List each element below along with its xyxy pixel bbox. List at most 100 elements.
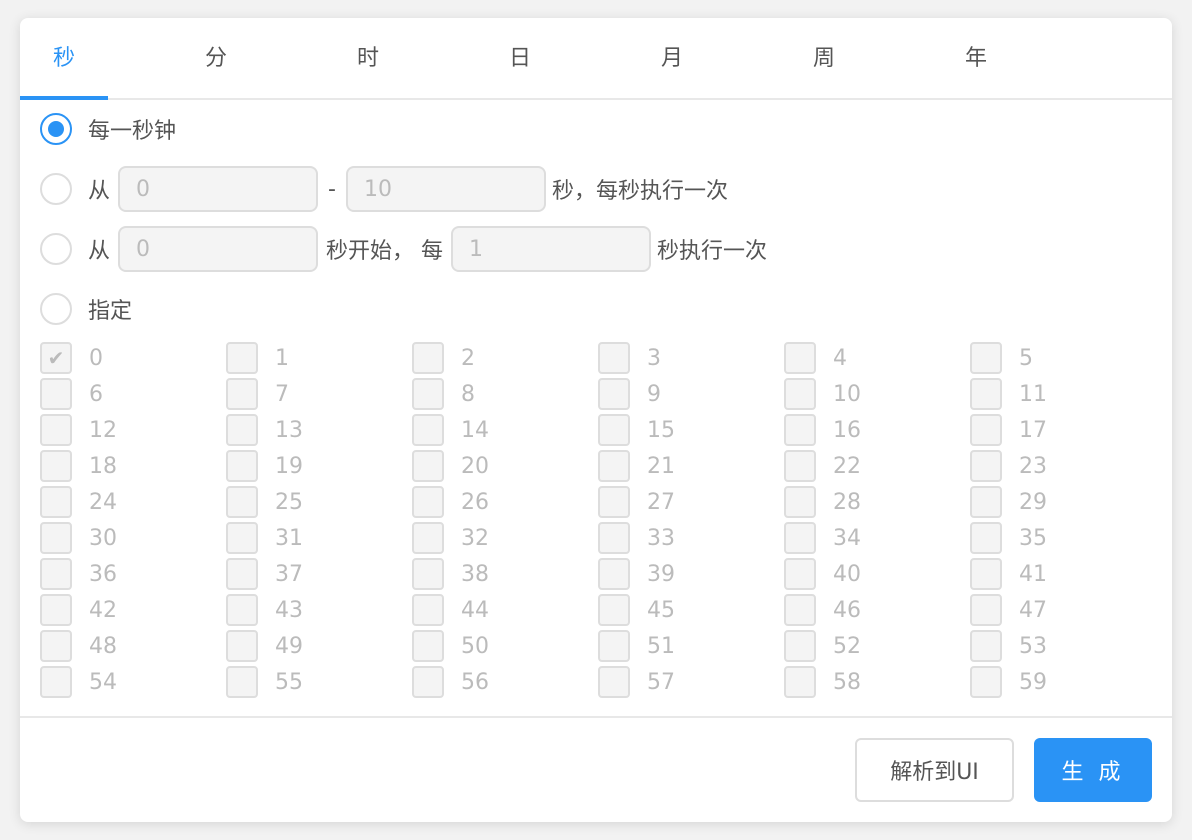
checkbox-box[interactable]: [598, 342, 630, 374]
checkbox-box[interactable]: [412, 378, 444, 410]
second-checkbox-15[interactable]: 15: [598, 414, 675, 446]
second-checkbox-48[interactable]: 48: [40, 630, 117, 662]
checkbox-box[interactable]: ✔: [40, 342, 72, 374]
second-checkbox-19[interactable]: 19: [226, 450, 303, 482]
second-checkbox-9[interactable]: 9: [598, 378, 661, 410]
second-checkbox-18[interactable]: 18: [40, 450, 117, 482]
checkbox-box[interactable]: [40, 630, 72, 662]
checkbox-box[interactable]: [784, 486, 816, 518]
second-checkbox-17[interactable]: 17: [970, 414, 1047, 446]
checkbox-box[interactable]: [40, 522, 72, 554]
checkbox-box[interactable]: [598, 378, 630, 410]
checkbox-box[interactable]: [598, 450, 630, 482]
second-checkbox-8[interactable]: 8: [412, 378, 475, 410]
checkbox-box[interactable]: [970, 522, 1002, 554]
second-checkbox-13[interactable]: 13: [226, 414, 303, 446]
tab-3[interactable]: 日: [460, 18, 580, 98]
checkbox-box[interactable]: [226, 342, 258, 374]
tab-6[interactable]: 年: [916, 18, 1036, 98]
second-checkbox-33[interactable]: 33: [598, 522, 675, 554]
checkbox-box[interactable]: [40, 558, 72, 590]
second-checkbox-30[interactable]: 30: [40, 522, 117, 554]
checkbox-box[interactable]: [598, 630, 630, 662]
second-checkbox-51[interactable]: 51: [598, 630, 675, 662]
step-value-input[interactable]: [451, 226, 652, 272]
option-every[interactable]: 每一秒钟: [40, 106, 176, 152]
tab-5[interactable]: 周: [764, 18, 884, 98]
second-checkbox-14[interactable]: 14: [412, 414, 489, 446]
step-start-input[interactable]: [118, 226, 319, 272]
checkbox-box[interactable]: [598, 594, 630, 626]
radio-step[interactable]: [40, 233, 72, 265]
option-range[interactable]: 从 - 秒，每秒执行一次: [40, 166, 728, 212]
tab-4[interactable]: 月: [612, 18, 732, 98]
second-checkbox-40[interactable]: 40: [784, 558, 861, 590]
checkbox-box[interactable]: [226, 486, 258, 518]
second-checkbox-25[interactable]: 25: [226, 486, 303, 518]
checkbox-box[interactable]: [40, 450, 72, 482]
second-checkbox-7[interactable]: 7: [226, 378, 289, 410]
second-checkbox-20[interactable]: 20: [412, 450, 489, 482]
second-checkbox-36[interactable]: 36: [40, 558, 117, 590]
second-checkbox-32[interactable]: 32: [412, 522, 489, 554]
second-checkbox-43[interactable]: 43: [226, 594, 303, 626]
checkbox-box[interactable]: [784, 558, 816, 590]
tab-0[interactable]: 秒: [4, 18, 124, 98]
second-checkbox-47[interactable]: 47: [970, 594, 1047, 626]
checkbox-box[interactable]: [784, 342, 816, 374]
checkbox-box[interactable]: [784, 594, 816, 626]
second-checkbox-22[interactable]: 22: [784, 450, 861, 482]
checkbox-box[interactable]: [412, 486, 444, 518]
checkbox-box[interactable]: [226, 378, 258, 410]
checkbox-box[interactable]: [412, 558, 444, 590]
second-checkbox-28[interactable]: 28: [784, 486, 861, 518]
tab-1[interactable]: 分: [156, 18, 276, 98]
second-checkbox-46[interactable]: 46: [784, 594, 861, 626]
checkbox-box[interactable]: [598, 486, 630, 518]
checkbox-box[interactable]: [412, 594, 444, 626]
option-step[interactable]: 从 秒开始， 每 秒执行一次: [40, 226, 767, 272]
checkbox-box[interactable]: [598, 414, 630, 446]
checkbox-box[interactable]: [226, 450, 258, 482]
second-checkbox-39[interactable]: 39: [598, 558, 675, 590]
second-checkbox-12[interactable]: 12: [40, 414, 117, 446]
second-checkbox-53[interactable]: 53: [970, 630, 1047, 662]
second-checkbox-11[interactable]: 11: [970, 378, 1047, 410]
checkbox-box[interactable]: [226, 522, 258, 554]
checkbox-box[interactable]: [598, 522, 630, 554]
second-checkbox-34[interactable]: 34: [784, 522, 861, 554]
second-checkbox-1[interactable]: 1: [226, 342, 289, 374]
checkbox-box[interactable]: [784, 450, 816, 482]
checkbox-box[interactable]: [226, 558, 258, 590]
second-checkbox-52[interactable]: 52: [784, 630, 861, 662]
second-checkbox-0[interactable]: ✔ 0: [40, 342, 103, 374]
radio-range[interactable]: [40, 173, 72, 205]
second-checkbox-54[interactable]: 54: [40, 666, 117, 698]
checkbox-box[interactable]: [226, 414, 258, 446]
checkbox-box[interactable]: [970, 414, 1002, 446]
checkbox-box[interactable]: [784, 378, 816, 410]
checkbox-box[interactable]: [970, 486, 1002, 518]
checkbox-box[interactable]: [226, 630, 258, 662]
second-checkbox-16[interactable]: 16: [784, 414, 861, 446]
checkbox-box[interactable]: [970, 378, 1002, 410]
checkbox-box[interactable]: [598, 558, 630, 590]
second-checkbox-35[interactable]: 35: [970, 522, 1047, 554]
second-checkbox-59[interactable]: 59: [970, 666, 1047, 698]
checkbox-box[interactable]: [784, 666, 816, 698]
second-checkbox-21[interactable]: 21: [598, 450, 675, 482]
second-checkbox-31[interactable]: 31: [226, 522, 303, 554]
checkbox-box[interactable]: [412, 666, 444, 698]
second-checkbox-10[interactable]: 10: [784, 378, 861, 410]
checkbox-box[interactable]: [40, 486, 72, 518]
range-from-input[interactable]: [118, 166, 319, 212]
second-checkbox-23[interactable]: 23: [970, 450, 1047, 482]
checkbox-box[interactable]: [784, 414, 816, 446]
second-checkbox-45[interactable]: 45: [598, 594, 675, 626]
checkbox-box[interactable]: [412, 630, 444, 662]
second-checkbox-56[interactable]: 56: [412, 666, 489, 698]
second-checkbox-26[interactable]: 26: [412, 486, 489, 518]
checkbox-box[interactable]: [412, 414, 444, 446]
second-checkbox-44[interactable]: 44: [412, 594, 489, 626]
checkbox-box[interactable]: [40, 594, 72, 626]
